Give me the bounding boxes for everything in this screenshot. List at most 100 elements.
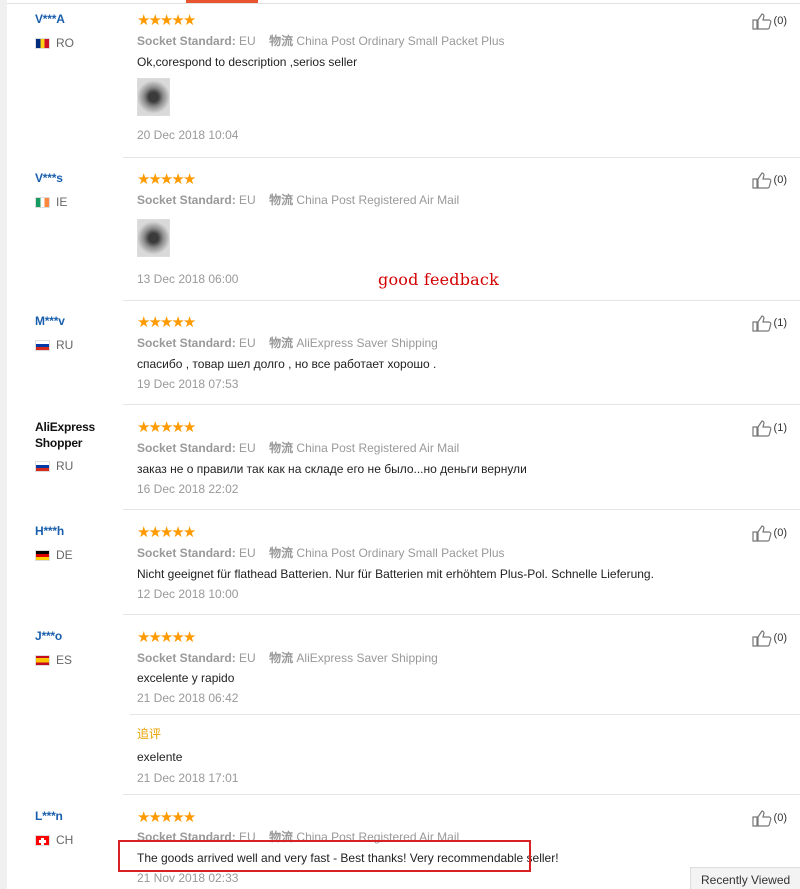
ch-flag-icon [35, 834, 50, 846]
reviewer-country: DE [35, 548, 73, 562]
order-info: Socket Standard: EU 物流 AliExpress Saver … [137, 649, 438, 666]
star-icon: ★ [182, 313, 197, 331]
socket-value: EU [239, 336, 256, 350]
reviewer-name[interactable]: J***o [35, 629, 62, 643]
socket-value: EU [239, 546, 256, 560]
shipping-method: China Post Registered Air Mail [296, 441, 460, 455]
ro-flag-icon [35, 37, 50, 49]
thumbs-up-icon [751, 171, 772, 189]
logistics-label: 物流 [269, 336, 294, 350]
review-date: 12 Dec 2018 10:00 [137, 587, 239, 601]
review-photo-thumbnail[interactable] [137, 78, 170, 116]
shipping-method: AliExpress Saver Shipping [296, 651, 438, 665]
annotation-watermark: good feedback [378, 270, 499, 289]
country-code: RU [56, 338, 74, 352]
reviewer-country: RO [35, 36, 74, 50]
helpful-count: (0) [773, 812, 787, 824]
helpful-button[interactable]: (0) [751, 171, 787, 189]
reviewer-name[interactable]: V***A [35, 12, 65, 26]
star-rating: ★★★★★ [137, 313, 197, 331]
helpful-count: (0) [773, 632, 787, 644]
star-rating: ★★★★★ [137, 629, 196, 645]
appended-divider [130, 714, 800, 715]
left-rail [0, 0, 7, 889]
country-code: RO [56, 36, 74, 50]
reviewer-country: IE [35, 195, 67, 209]
review-divider [123, 157, 800, 158]
helpful-count: (0) [773, 527, 787, 539]
review-text: excelente y rapido [137, 671, 235, 685]
star-rating: ★★★★★ [137, 11, 197, 29]
reviewer-country: RU [35, 338, 73, 352]
review-text: Ok,corespond to description ,serios sell… [137, 55, 358, 69]
review-text: заказ не о правили так как на складе его… [137, 462, 527, 476]
socket-value: EU [239, 34, 256, 48]
logistics-label: 物流 [269, 651, 294, 665]
helpful-count: (1) [773, 317, 787, 329]
reviewer-name[interactable]: V***s [35, 171, 63, 185]
socket-value: EU [239, 651, 256, 665]
review-date: 16 Dec 2018 22:02 [137, 482, 239, 496]
review-date: 21 Nov 2018 02:33 [137, 871, 239, 885]
reviewer-name[interactable]: H***h [35, 524, 64, 538]
order-info: Socket Standard: EU 物流 China Post Regist… [137, 191, 459, 208]
review-date: 20 Dec 2018 10:04 [137, 128, 239, 142]
es-flag-icon [35, 654, 50, 666]
socket-value: EU [239, 441, 256, 455]
helpful-count: (1) [773, 422, 787, 434]
reviewer-name[interactable]: AliExpress Shopper [35, 419, 105, 451]
order-info: Socket Standard: EU 物流 China Post Ordina… [137, 544, 505, 561]
thumbs-up-icon [751, 524, 772, 542]
helpful-button[interactable]: (0) [751, 629, 787, 647]
review-date: 21 Dec 2018 06:42 [137, 691, 239, 705]
review-date: 13 Dec 2018 06:00 [137, 272, 239, 286]
reviewer-country: CH [35, 833, 73, 847]
socket-label: Socket Standard: [137, 193, 236, 207]
country-code: ES [56, 653, 73, 667]
socket-label: Socket Standard: [137, 34, 236, 48]
recently-viewed-tab[interactable]: Recently Viewed [690, 867, 800, 889]
review-divider [123, 794, 800, 795]
country-code: IE [56, 195, 68, 209]
logistics-label: 物流 [269, 441, 294, 455]
review-divider [123, 404, 800, 405]
shipping-method: China Post Ordinary Small Packet Plus [296, 546, 505, 560]
star-rating: ★★★★★ [137, 418, 197, 436]
star-icon: ★ [182, 170, 197, 188]
socket-value: EU [239, 193, 256, 207]
helpful-button[interactable]: (0) [751, 524, 787, 542]
helpful-count: (0) [773, 174, 787, 186]
helpful-count: (0) [773, 15, 787, 27]
reviewer-name[interactable]: L***n [35, 809, 63, 823]
appended-review-date: 21 Dec 2018 17:01 [137, 771, 239, 785]
helpful-button[interactable]: (1) [751, 419, 787, 437]
ru-flag-icon [35, 339, 50, 351]
country-code: RU [56, 459, 74, 473]
star-icon: ★ [182, 418, 197, 436]
ie-flag-icon [35, 196, 50, 208]
thumbs-up-icon [751, 809, 772, 827]
order-info: Socket Standard: EU 物流 China Post Regist… [137, 439, 459, 456]
helpful-button[interactable]: (0) [751, 12, 787, 30]
logistics-label: 物流 [269, 546, 294, 560]
shipping-method: China Post Ordinary Small Packet Plus [296, 34, 505, 48]
logistics-label: 物流 [269, 193, 294, 207]
reviewer-name[interactable]: M***v [35, 314, 65, 328]
star-icon: ★ [182, 808, 197, 826]
review-text: Nicht geeignet für flathead Batterien. N… [137, 567, 654, 581]
highlight-annotation-box [118, 840, 531, 872]
country-code: CH [56, 833, 74, 847]
review-divider [123, 300, 800, 301]
thumbs-up-icon [751, 12, 772, 30]
reviewer-country: ES [35, 653, 72, 667]
star-icon: ★ [182, 11, 197, 29]
appended-review-text: exelente [137, 750, 183, 764]
review-text: спасибо , товар шел долго , но все работ… [137, 357, 437, 371]
socket-label: Socket Standard: [137, 546, 236, 560]
star-rating: ★★★★★ [137, 808, 197, 826]
review-photo-thumbnail[interactable] [137, 219, 170, 257]
helpful-button[interactable]: (1) [751, 314, 787, 332]
ru-flag-icon [35, 460, 50, 472]
helpful-button[interactable]: (0) [751, 809, 787, 827]
shipping-method: AliExpress Saver Shipping [296, 336, 438, 350]
